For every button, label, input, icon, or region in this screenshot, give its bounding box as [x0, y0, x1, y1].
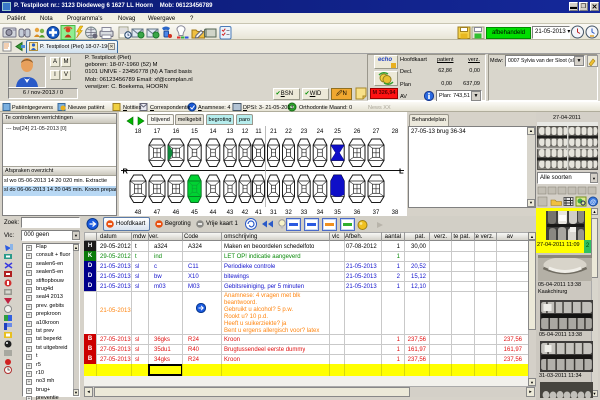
svg-text:25: 25	[334, 129, 341, 135]
svg-text:22: 22	[285, 129, 292, 135]
svg-text:26: 26	[354, 129, 361, 135]
svg-text:23: 23	[301, 129, 308, 135]
svg-text:16: 16	[173, 129, 180, 135]
svg-text:17: 17	[154, 129, 161, 135]
svg-text:@: @	[590, 200, 596, 206]
svg-text:L: L	[399, 167, 404, 176]
svg-text:11: 11	[255, 129, 262, 135]
svg-text:14: 14	[210, 129, 217, 135]
svg-text:27: 27	[373, 129, 380, 135]
svg-text:24: 24	[317, 129, 324, 135]
svg-text:15: 15	[191, 129, 198, 135]
svg-text:12: 12	[242, 129, 249, 135]
svg-text:13: 13	[227, 129, 234, 135]
svg-text:28: 28	[392, 129, 399, 135]
svg-text:R: R	[123, 167, 129, 176]
svg-text:18: 18	[135, 129, 142, 135]
svg-text:21: 21	[270, 129, 277, 135]
